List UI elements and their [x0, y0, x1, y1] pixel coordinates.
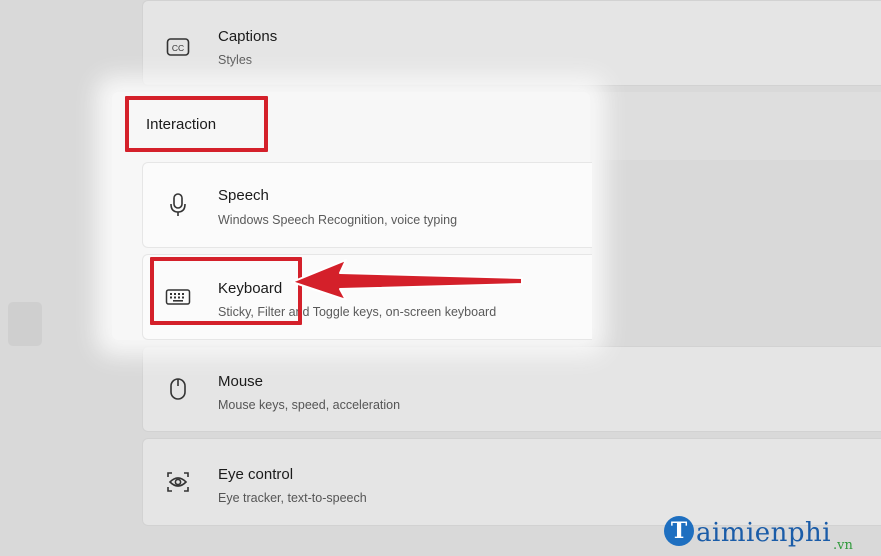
closed-captions-icon: CC	[163, 32, 193, 62]
captions-subtitle: Styles	[218, 53, 253, 67]
nav-item-stub[interactable]	[8, 302, 42, 346]
speech-card[interactable]: Speech Windows Speech Recognition, voice…	[142, 162, 592, 248]
watermark: T aimienphi .vn	[664, 504, 853, 553]
watermark-logo: T	[664, 516, 694, 546]
watermark-suffix: .vn	[833, 538, 853, 553]
speech-title: Speech	[218, 187, 269, 204]
speech-subtitle: Windows Speech Recognition, voice typing	[218, 213, 458, 227]
eye-control-icon	[163, 467, 193, 497]
keyboard-title: Keyboard	[218, 280, 283, 297]
mouse-title: Mouse	[218, 373, 264, 390]
eye-control-subtitle: Eye tracker, text-to-speech	[218, 491, 367, 505]
eye-control-title: Eye control	[218, 466, 294, 483]
keyboard-icon	[163, 282, 193, 312]
mouse-icon	[163, 374, 193, 404]
watermark-text: aimienphi	[696, 518, 832, 548]
mouse-subtitle: Mouse keys, speed, acceleration	[218, 398, 401, 412]
mouse-card[interactable]: Mouse Mouse keys, speed, acceleration	[142, 346, 881, 432]
interaction-section-heading: Interaction	[146, 116, 217, 133]
annotation-arrow	[291, 259, 523, 300]
svg-text:CC: CC	[172, 43, 184, 53]
microphone-icon	[163, 190, 193, 220]
keyboard-subtitle: Sticky, Filter and Toggle keys, on-scree…	[218, 305, 497, 319]
captions-card[interactable]: CC Captions Styles	[142, 0, 881, 86]
captions-title: Captions	[218, 28, 278, 45]
